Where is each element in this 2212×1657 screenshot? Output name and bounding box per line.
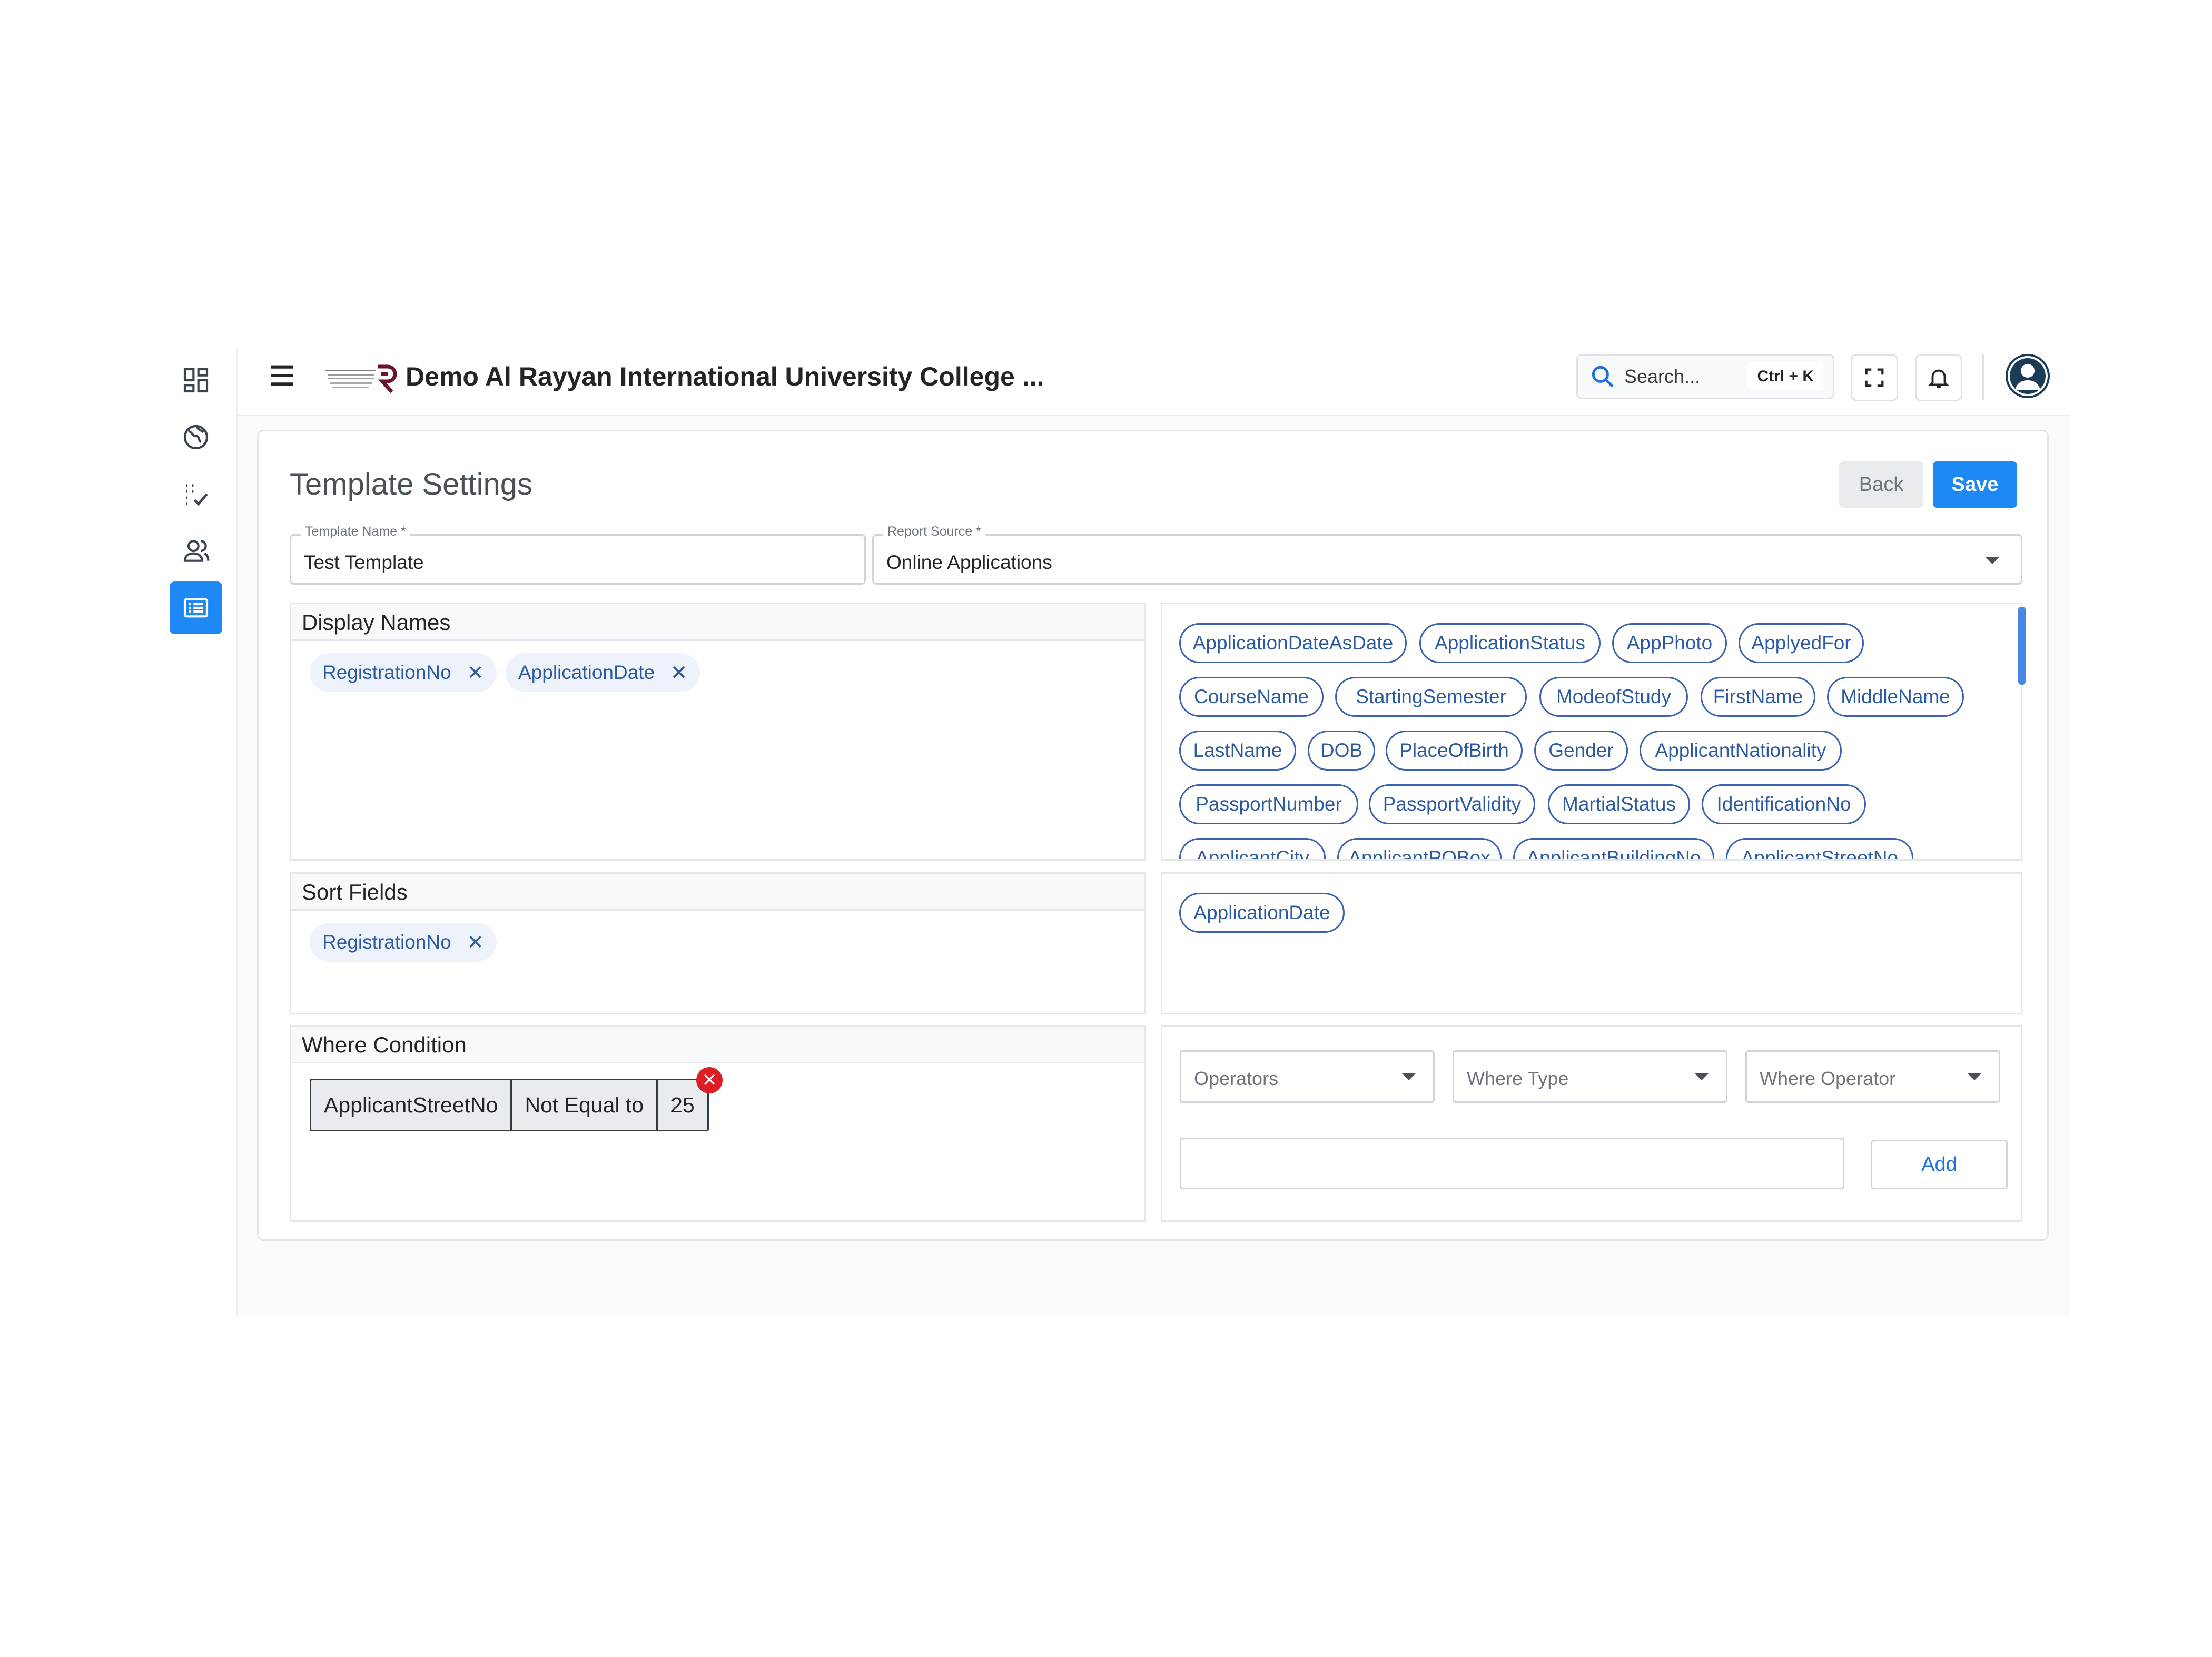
chevron-down-icon: [1694, 1073, 1709, 1080]
save-button[interactable]: Save: [1933, 461, 2017, 508]
field-chip[interactable]: Gender: [1534, 731, 1628, 771]
remove-icon[interactable]: ✕: [467, 661, 484, 685]
remove-condition-icon[interactable]: ✕: [696, 1067, 723, 1093]
users-icon[interactable]: [170, 525, 222, 577]
field-chip[interactable]: ApplicantStreetNo: [1726, 838, 1913, 859]
back-button[interactable]: Back: [1839, 461, 1923, 508]
user-avatar[interactable]: [2006, 354, 2050, 398]
fullscreen-button[interactable]: [1851, 354, 1898, 401]
fullscreen-icon: [1865, 368, 1884, 387]
globe-icon[interactable]: [170, 411, 222, 463]
sort-field-chip[interactable]: ApplicationDate: [1179, 893, 1345, 933]
fields-scrollbar[interactable]: [2018, 607, 2026, 685]
field-chip[interactable]: ApplyedFor: [1739, 623, 1864, 663]
field-chip[interactable]: MartialStatus: [1548, 784, 1690, 824]
condition-value-input[interactable]: [1180, 1138, 1844, 1189]
search-icon: [1592, 366, 1614, 388]
field-chip[interactable]: ApplicantNationality: [1640, 731, 1842, 771]
field-chip[interactable]: ApplicantCity: [1179, 838, 1326, 859]
field-chip[interactable]: FirstName: [1701, 677, 1815, 717]
field-chip[interactable]: ApplicationStatus: [1419, 623, 1601, 663]
header-divider: [1982, 354, 1984, 400]
sort-options-panel: ApplicationDate: [1161, 872, 2022, 1014]
remove-icon[interactable]: ✕: [467, 931, 484, 954]
search-placeholder: Search...: [1624, 366, 1701, 387]
report-template-icon[interactable]: [170, 581, 222, 634]
field-chip[interactable]: ApplicationDateAsDate: [1179, 623, 1407, 663]
field-chip[interactable]: MiddleName: [1827, 677, 1964, 717]
where-operator-placeholder: Where Operator: [1760, 1068, 1896, 1089]
remove-icon[interactable]: ✕: [670, 661, 687, 685]
operators-select[interactable]: Operators: [1180, 1050, 1435, 1103]
chip-label: ApplicationDate: [518, 662, 655, 683]
report-source-select[interactable]: Report Source * Online Applications: [872, 524, 2022, 585]
field-chip[interactable]: ApplicantBuildingNo: [1513, 838, 1714, 859]
field-chip[interactable]: CourseName: [1179, 677, 1324, 717]
template-name-field[interactable]: Template Name * Test Template: [290, 524, 866, 585]
where-condition-title: Where Condition: [291, 1027, 1144, 1063]
report-source-value: Online Applications: [886, 551, 1052, 573]
search-box[interactable]: Search... Ctrl + K: [1576, 354, 1834, 399]
page-title: Template Settings: [290, 467, 533, 501]
chevron-down-icon: [1967, 1073, 1982, 1080]
university-logo: [322, 360, 401, 394]
search-shortcut: Ctrl + K: [1747, 362, 1823, 391]
condition-operator: Not Equal to: [512, 1080, 658, 1130]
field-chip[interactable]: DOB: [1308, 731, 1375, 771]
field-chip[interactable]: StartingSemester: [1335, 677, 1527, 717]
condition-tag: ApplicantStreetNo Not Equal to 25: [310, 1079, 709, 1131]
condition-field: ApplicantStreetNo: [311, 1080, 512, 1130]
chevron-down-icon: [1985, 557, 2000, 564]
where-type-placeholder: Where Type: [1467, 1068, 1569, 1089]
field-chip[interactable]: PlaceOfBirth: [1386, 731, 1523, 771]
chip-label: RegistrationNo: [322, 662, 451, 683]
notifications-button[interactable]: [1915, 354, 1962, 401]
sort-fields-title: Sort Fields: [291, 874, 1144, 911]
field-chip[interactable]: ApplicantPOBox: [1337, 838, 1502, 859]
template-name-value: Test Template: [304, 551, 424, 573]
field-chip[interactable]: PassportNumber: [1179, 784, 1358, 824]
checklist-icon[interactable]: [170, 468, 222, 520]
where-operator-select[interactable]: Where Operator: [1745, 1050, 2000, 1103]
template-name-label: Template Name *: [301, 524, 410, 539]
field-chip[interactable]: PassportValidity: [1369, 784, 1535, 824]
display-names-title: Display Names: [291, 604, 1144, 641]
where-type-select[interactable]: Where Type: [1453, 1050, 1727, 1103]
available-fields-panel: ApplicationDateAsDate ApplicationStatus …: [1161, 603, 2022, 861]
selected-display-chip[interactable]: ApplicationDate ✕: [506, 653, 700, 692]
field-chip[interactable]: ModeofStudy: [1539, 677, 1688, 717]
selected-sort-chip[interactable]: RegistrationNo ✕: [310, 923, 497, 962]
bell-icon: [1928, 369, 1949, 388]
field-chip[interactable]: LastName: [1179, 731, 1296, 771]
app-title: Demo Al Rayyan International University …: [406, 362, 1044, 391]
field-chip[interactable]: AppPhoto: [1612, 623, 1727, 663]
menu-toggle-icon[interactable]: [268, 361, 297, 390]
field-chip[interactable]: IdentificationNo: [1702, 784, 1866, 824]
display-names-panel: Display Names: [290, 603, 1146, 861]
operators-placeholder: Operators: [1194, 1068, 1279, 1089]
dashboard-icon[interactable]: [170, 354, 222, 407]
add-condition-button[interactable]: Add: [1871, 1140, 2008, 1189]
chevron-down-icon: [1401, 1073, 1416, 1080]
selected-display-chip[interactable]: RegistrationNo ✕: [310, 653, 497, 692]
chip-label: RegistrationNo: [322, 931, 451, 953]
report-source-label: Report Source *: [883, 524, 985, 539]
